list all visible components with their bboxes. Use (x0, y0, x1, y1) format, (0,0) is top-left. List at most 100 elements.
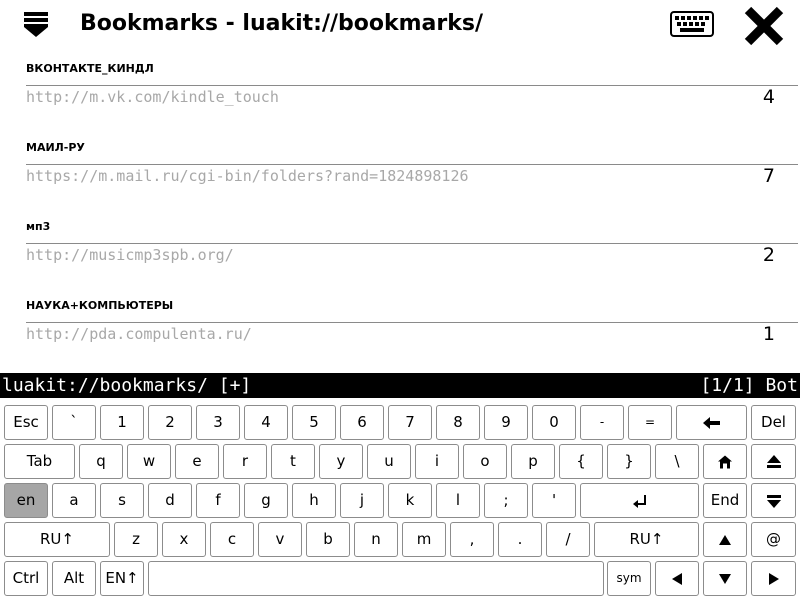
page-up-icon (766, 454, 781, 468)
key-backtick[interactable]: ` (52, 405, 96, 440)
bookmark-url[interactable]: https://m.mail.ru/cgi-bin/folders?rand=1… (26, 167, 469, 185)
bookmark-count: 7 (762, 165, 775, 187)
key-slash[interactable]: / (546, 522, 590, 557)
key-del[interactable]: Del (751, 405, 796, 440)
bookmark-item[interactable]: ВКОНТАКТЕ_КИНДЛ http://m.vk.com/kindle_t… (0, 54, 800, 133)
bookmark-item[interactable]: мп3 http://musicmp3spb.org/ 2 (0, 212, 800, 291)
key-home[interactable] (703, 444, 747, 479)
key-m[interactable]: m (402, 522, 446, 557)
key-r[interactable]: r (223, 444, 267, 479)
key-alt[interactable]: Alt (52, 561, 96, 596)
divider (26, 85, 798, 86)
key-z[interactable]: z (114, 522, 158, 557)
key-9[interactable]: 9 (484, 405, 528, 440)
key-language-en[interactable]: en (4, 483, 48, 518)
status-uri: luakit://bookmarks/ [+] (2, 375, 252, 396)
key-j[interactable]: j (340, 483, 384, 518)
key-t[interactable]: t (271, 444, 315, 479)
key-space[interactable] (148, 561, 604, 596)
key-l[interactable]: l (436, 483, 480, 518)
key-8[interactable]: 8 (436, 405, 480, 440)
title-bar: Bookmarks - luakit://bookmarks/ (0, 0, 800, 54)
bookmark-count: 1 (762, 323, 775, 345)
key-d[interactable]: d (148, 483, 192, 518)
key-esc[interactable]: Esc (4, 405, 48, 440)
enter-icon (632, 494, 646, 508)
key-semicolon[interactable]: ; (484, 483, 528, 518)
key-7[interactable]: 7 (388, 405, 432, 440)
key-a[interactable]: a (52, 483, 96, 518)
key-i[interactable]: i (415, 444, 459, 479)
key-equals[interactable]: = (628, 405, 672, 440)
key-f[interactable]: f (196, 483, 240, 518)
key-v[interactable]: v (258, 522, 302, 557)
left-arrow-icon (672, 572, 682, 585)
bookmark-name[interactable]: мп3 (26, 220, 50, 233)
key-left-brace[interactable]: { (559, 444, 603, 479)
key-3[interactable]: 3 (196, 405, 240, 440)
key-5[interactable]: 5 (292, 405, 336, 440)
bookmark-count: 2 (762, 244, 775, 266)
key-at[interactable]: @ (751, 522, 796, 557)
bookmark-name[interactable]: МАИЛ-РУ (26, 141, 85, 154)
menu-icon[interactable] (24, 12, 48, 38)
key-o[interactable]: o (463, 444, 507, 479)
key-6[interactable]: 6 (340, 405, 384, 440)
key-h[interactable]: h (292, 483, 336, 518)
key-y[interactable]: y (319, 444, 363, 479)
key-s[interactable]: s (100, 483, 144, 518)
key-c[interactable]: c (210, 522, 254, 557)
key-left[interactable] (655, 561, 699, 596)
key-down[interactable] (703, 561, 747, 596)
key-g[interactable]: g (244, 483, 288, 518)
divider (26, 322, 798, 323)
key-backslash[interactable]: \ (655, 444, 699, 479)
bookmark-item[interactable]: НАУКА+КОМПЬЮТЕРЫ http://pda.compulenta.r… (0, 291, 800, 370)
on-screen-keyboard: Esc ` 1 2 3 4 5 6 7 8 9 0 - = Del Tab q … (0, 400, 800, 600)
key-u[interactable]: u (367, 444, 411, 479)
bookmark-url[interactable]: http://m.vk.com/kindle_touch (26, 88, 279, 106)
key-shift-ru-left[interactable]: RU↑ (4, 522, 110, 557)
key-shift-ru-right[interactable]: RU↑ (594, 522, 699, 557)
divider (26, 164, 798, 165)
right-arrow-icon (768, 572, 779, 585)
home-icon (718, 455, 732, 468)
key-0[interactable]: 0 (532, 405, 576, 440)
key-enter[interactable] (580, 483, 699, 518)
key-x[interactable]: x (162, 522, 206, 557)
key-p[interactable]: p (511, 444, 555, 479)
key-comma[interactable]: , (450, 522, 494, 557)
key-ctrl[interactable]: Ctrl (4, 561, 48, 596)
key-k[interactable]: k (388, 483, 432, 518)
bookmark-item[interactable]: МАИЛ-РУ https://m.mail.ru/cgi-bin/folder… (0, 133, 800, 212)
key-page-up[interactable] (751, 444, 796, 479)
bookmark-name[interactable]: ВКОНТАКТЕ_КИНДЛ (26, 62, 154, 75)
key-right[interactable] (751, 561, 796, 596)
key-shift-en[interactable]: EN↑ (100, 561, 144, 596)
bookmark-url[interactable]: http://pda.compulenta.ru/ (26, 325, 252, 343)
key-2[interactable]: 2 (148, 405, 192, 440)
key-right-brace[interactable]: } (607, 444, 651, 479)
key-w[interactable]: w (127, 444, 171, 479)
key-end[interactable]: End (703, 483, 747, 518)
close-icon[interactable] (742, 4, 786, 48)
key-page-down[interactable] (751, 483, 796, 518)
key-b[interactable]: b (306, 522, 350, 557)
bookmark-name[interactable]: НАУКА+КОМПЬЮТЕРЫ (26, 299, 173, 312)
key-backspace[interactable] (676, 405, 747, 440)
key-apostrophe[interactable]: ' (532, 483, 576, 518)
key-tab[interactable]: Tab (4, 444, 75, 479)
key-e[interactable]: e (175, 444, 219, 479)
key-1[interactable]: 1 (100, 405, 144, 440)
key-up[interactable] (703, 522, 747, 557)
key-n[interactable]: n (354, 522, 398, 557)
bookmark-url[interactable]: http://musicmp3spb.org/ (26, 246, 234, 264)
key-period[interactable]: . (498, 522, 542, 557)
key-sym[interactable]: sym (607, 561, 651, 596)
key-4[interactable]: 4 (244, 405, 288, 440)
key-minus[interactable]: - (580, 405, 624, 440)
keyboard-icon[interactable] (670, 10, 714, 38)
key-q[interactable]: q (79, 444, 123, 479)
bookmark-count: 4 (762, 86, 775, 108)
page-title: Bookmarks - luakit://bookmarks/ (80, 11, 484, 36)
